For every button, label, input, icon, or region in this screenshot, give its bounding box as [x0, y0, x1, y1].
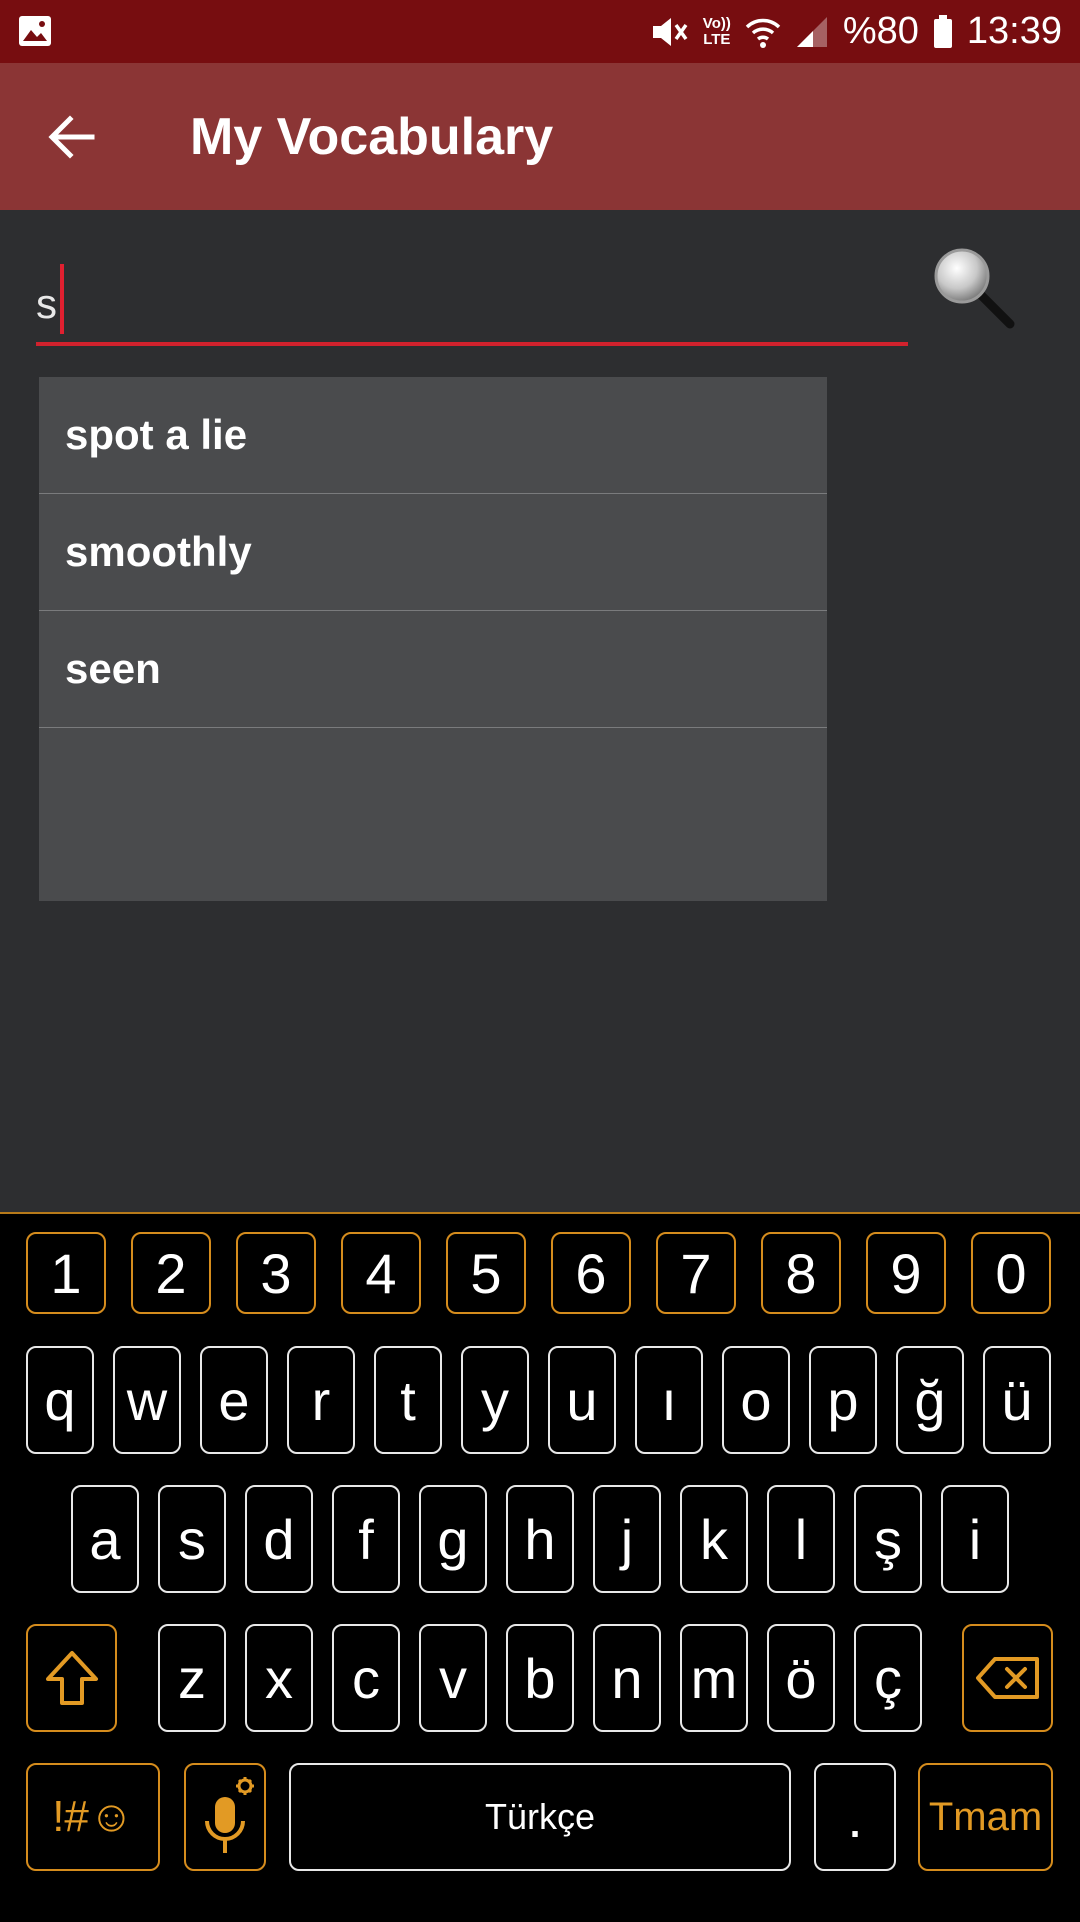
key-dotless-i[interactable]: ı — [635, 1346, 703, 1454]
key-8[interactable]: 8 — [761, 1232, 841, 1314]
key-q[interactable]: q — [26, 1346, 94, 1454]
key-u[interactable]: u — [548, 1346, 616, 1454]
suggestion-list: spot a lie smoothly seen — [39, 377, 827, 901]
key-6[interactable]: 6 — [551, 1232, 631, 1314]
key-l[interactable]: l — [767, 1485, 835, 1593]
symbols-key[interactable]: !#☺ — [26, 1763, 160, 1871]
key-v[interactable]: v — [419, 1624, 487, 1732]
search-button[interactable] — [928, 242, 1028, 332]
key-3[interactable]: 3 — [236, 1232, 316, 1314]
key-p[interactable]: p — [809, 1346, 877, 1454]
backspace-key[interactable] — [962, 1624, 1053, 1732]
gallery-notification-icon — [19, 16, 51, 46]
key-h[interactable]: h — [506, 1485, 574, 1593]
key-m[interactable]: m — [680, 1624, 748, 1732]
text-cursor — [60, 264, 64, 334]
key-c[interactable]: c — [332, 1624, 400, 1732]
key-9[interactable]: 9 — [866, 1232, 946, 1314]
key-u-umlaut[interactable]: ü — [983, 1346, 1051, 1454]
battery-percent: %80 — [842, 10, 919, 52]
mute-icon — [652, 17, 688, 46]
key-4[interactable]: 4 — [341, 1232, 421, 1314]
key-0[interactable]: 0 — [971, 1232, 1051, 1314]
microphone-icon — [205, 1777, 254, 1853]
voice-input-key[interactable] — [184, 1763, 266, 1871]
key-n[interactable]: n — [593, 1624, 661, 1732]
key-z[interactable]: z — [158, 1624, 226, 1732]
search-input-value: s — [36, 280, 57, 327]
suggestion-item[interactable]: spot a lie — [39, 377, 827, 494]
signal-icon — [796, 16, 827, 47]
key-a[interactable]: a — [71, 1485, 139, 1593]
app-bar: My Vocabulary — [0, 63, 1080, 210]
status-bar: Vo)) LTE %80 13:39 — [0, 0, 1080, 63]
page-title: My Vocabulary — [190, 108, 554, 166]
shift-key[interactable] — [26, 1624, 117, 1732]
key-2[interactable]: 2 — [131, 1232, 211, 1314]
space-key[interactable]: Türkçe — [289, 1763, 791, 1871]
key-i[interactable]: i — [941, 1485, 1009, 1593]
keyboard: 1 2 3 4 5 6 7 8 9 0 q w e r t y u ı o p … — [0, 1212, 1080, 1922]
key-e[interactable]: e — [200, 1346, 268, 1454]
key-j[interactable]: j — [593, 1485, 661, 1593]
key-1[interactable]: 1 — [26, 1232, 106, 1314]
key-5[interactable]: 5 — [446, 1232, 526, 1314]
key-w[interactable]: w — [113, 1346, 181, 1454]
period-key[interactable]: . — [814, 1763, 896, 1871]
key-s-cedilla[interactable]: ş — [854, 1485, 922, 1593]
key-x[interactable]: x — [245, 1624, 313, 1732]
magnifier-icon — [934, 248, 1015, 329]
key-b[interactable]: b — [506, 1624, 574, 1732]
key-g-breve[interactable]: ğ — [896, 1346, 964, 1454]
backspace-icon — [975, 1657, 1039, 1699]
shift-arrow-icon — [45, 1651, 98, 1705]
key-y[interactable]: y — [461, 1346, 529, 1454]
key-7[interactable]: 7 — [656, 1232, 736, 1314]
key-d[interactable]: d — [245, 1485, 313, 1593]
clock: 13:39 — [966, 10, 1062, 52]
wifi-icon — [745, 18, 781, 48]
key-c-cedilla[interactable]: ç — [854, 1624, 922, 1732]
key-t[interactable]: t — [374, 1346, 442, 1454]
key-r[interactable]: r — [287, 1346, 355, 1454]
suggestion-item[interactable]: seen — [39, 611, 827, 728]
back-arrow-icon — [48, 115, 95, 159]
key-k[interactable]: k — [680, 1485, 748, 1593]
battery-icon — [933, 14, 952, 48]
search-input[interactable]: s — [36, 262, 908, 346]
key-g[interactable]: g — [419, 1485, 487, 1593]
back-button[interactable] — [36, 105, 108, 169]
volte-indicator: Vo)) LTE — [702, 14, 731, 48]
key-o[interactable]: o — [722, 1346, 790, 1454]
done-key[interactable]: Tmam — [918, 1763, 1053, 1871]
key-s[interactable]: s — [158, 1485, 226, 1593]
key-f[interactable]: f — [332, 1485, 400, 1593]
key-o-umlaut[interactable]: ö — [767, 1624, 835, 1732]
suggestion-item[interactable]: smoothly — [39, 494, 827, 611]
